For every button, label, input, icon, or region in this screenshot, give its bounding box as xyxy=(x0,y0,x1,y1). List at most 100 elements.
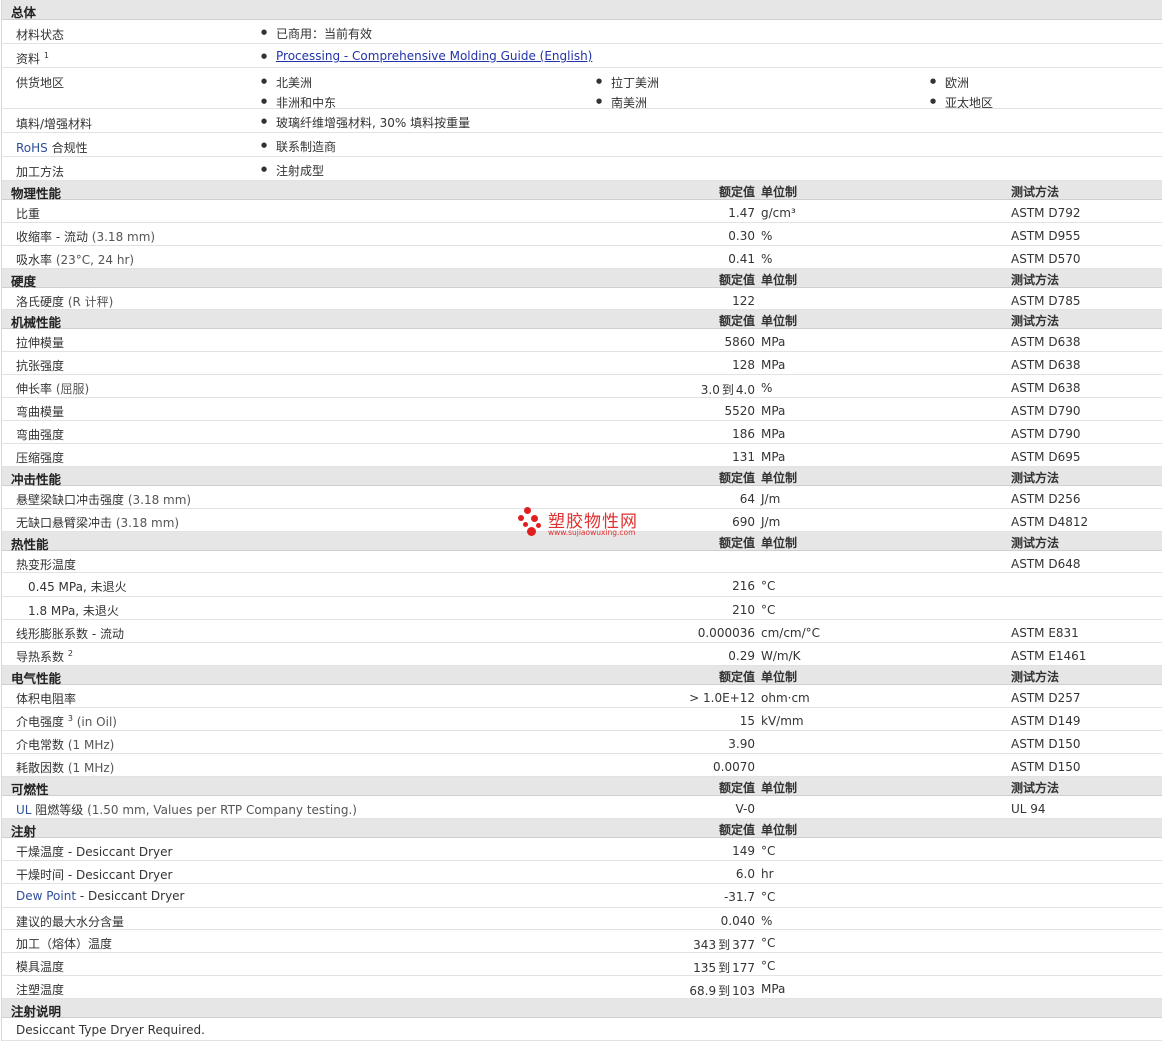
label-condition: (in Oil) xyxy=(72,715,117,729)
region-item: 北美洲 xyxy=(261,74,312,91)
range-to: 377 xyxy=(732,938,755,952)
unit-value: MPa xyxy=(761,404,786,418)
nominal-value: 0.29 xyxy=(728,649,755,663)
nominal-value: 131 xyxy=(732,450,755,464)
label-text: 1.8 MPa, 未退火 xyxy=(28,604,119,618)
unit-value: MPa xyxy=(761,427,786,441)
property-row: 干燥温度 - Desiccant Dryer 149 °C xyxy=(2,838,1162,861)
unit-header: 单位制 xyxy=(761,781,798,795)
label-condition: (R 计秤) xyxy=(67,295,114,309)
unit-header: 单位制 xyxy=(761,471,798,485)
test-method: ASTM D149 xyxy=(1011,714,1081,728)
property-row: 导热系数 2 0.29 W/m/K ASTM E1461 xyxy=(2,643,1162,666)
label-text: 无缺口悬臂梁冲击 xyxy=(16,516,116,530)
unit-value: J/m xyxy=(761,515,781,529)
property-label: Dew Point - Desiccant Dryer xyxy=(16,889,184,903)
bullet-item: 联系制造商 xyxy=(261,138,336,155)
nominal-value: 135 到 177 xyxy=(693,959,755,976)
property-label: 耗散因数 (1 MHz) xyxy=(16,759,114,776)
label-suffix: - Desiccant Dryer xyxy=(67,868,173,882)
property-label: 加工（熔体）温度 xyxy=(16,935,112,952)
label-text: 模具温度 xyxy=(16,960,65,974)
nominal-value: 5520 xyxy=(724,404,755,418)
label-condition: (3.18 mm) xyxy=(127,493,192,507)
range-from: 343 xyxy=(693,938,717,952)
unit-value: °C xyxy=(761,959,776,973)
range-to: 4.0 xyxy=(735,383,755,397)
range-to: 177 xyxy=(732,961,755,975)
literature-link[interactable]: Processing - Comprehensive Molding Guide… xyxy=(276,49,592,63)
nominal-value: -31.7 xyxy=(723,890,755,904)
label-text: Desiccant Type Dryer Required. xyxy=(16,1023,205,1037)
unit-value: kV/mm xyxy=(761,714,804,728)
property-label: 建议的最大水分含量 xyxy=(16,913,124,930)
rohs-term: RoHS xyxy=(16,141,48,155)
label-text: 建议的最大水分含量 xyxy=(16,915,125,929)
property-label: 收缩率 - 流动 (3.18 mm) xyxy=(16,228,155,245)
nominal-value: 3.90 xyxy=(728,737,755,751)
unit-value: % xyxy=(761,252,773,266)
nominal-header: 额定值 xyxy=(718,536,755,550)
test-method-header: 测试方法 xyxy=(1011,670,1060,684)
row-label: 加工方法 xyxy=(16,165,65,179)
nominal-header: 额定值 xyxy=(718,185,755,199)
property-row: 模具温度 135 到 177 °C xyxy=(2,953,1162,976)
range-to-word: 到 xyxy=(718,961,731,975)
property-sections: 物理性能 额定值 单位制 测试方法 比重 1.47 g/cm³ ASTM D792 收缩率 - … xyxy=(2,181,1162,1041)
nominal-value: 15 xyxy=(739,714,755,728)
property-row: 介电常数 (1 MHz) 3.90 ASTM D150 xyxy=(2,731,1162,754)
property-row: 弯曲强度 186 MPa ASTM D790 xyxy=(2,421,1162,444)
property-row: 0.45 MPa, 未退火 216 °C xyxy=(2,573,1162,597)
test-method: ASTM D695 xyxy=(1011,450,1081,464)
property-label: 0.45 MPa, 未退火 xyxy=(28,578,127,595)
nominal-value: 343 到 377 xyxy=(693,936,755,953)
property-label: 抗张强度 xyxy=(16,357,64,374)
label-text: 弯曲强度 xyxy=(16,428,65,442)
row-rohs: RoHS 合规性 联系制造商 xyxy=(2,133,1162,157)
unit-header: 单位制 xyxy=(761,185,798,199)
label-suffix: - Desiccant Dryer xyxy=(76,889,185,903)
label-text: 资料 xyxy=(16,52,41,66)
property-row: 加工（熔体）温度 343 到 377 °C xyxy=(2,930,1162,953)
test-method: ASTM D638 xyxy=(1011,335,1081,349)
test-method: ASTM D4812 xyxy=(1011,515,1089,529)
property-label: 体积电阻率 xyxy=(16,690,76,707)
range-to-word: 到 xyxy=(718,938,731,952)
label-condition: (屈服) xyxy=(55,382,90,396)
label-condition: (1 MHz) xyxy=(67,761,115,775)
test-method-header: 测试方法 xyxy=(1011,471,1060,485)
label-condition: (1 MHz) xyxy=(67,738,115,752)
property-label: 伸长率 (屈服) xyxy=(16,380,89,397)
label-text: 阻燃等级 xyxy=(31,803,88,817)
test-method-header: 测试方法 xyxy=(1011,185,1060,199)
unit-value: MPa xyxy=(761,358,786,372)
unit-header: 单位制 xyxy=(761,273,798,287)
property-label: 线形膨胀系数 - 流动 xyxy=(16,625,124,642)
row-label: 供货地区 xyxy=(16,76,65,90)
row-label: 填料/增强材料 xyxy=(16,117,93,131)
property-row: 收缩率 - 流动 (3.18 mm) 0.30% ASTM D955 xyxy=(2,223,1162,246)
region-item: 欧洲 xyxy=(930,74,969,91)
test-method: ASTM D790 xyxy=(1011,427,1081,441)
section-title: 总体 xyxy=(11,5,37,20)
nominal-value: 0.040 xyxy=(720,914,755,928)
watermark-url: www.sujiaowuxing.com xyxy=(548,528,636,537)
unit-value: °C xyxy=(761,936,776,950)
unit-value: % xyxy=(761,914,773,928)
property-label: 弯曲模量 xyxy=(16,403,64,420)
property-row: 建议的最大水分含量 0.040% xyxy=(2,908,1162,930)
property-label: 压缩强度 xyxy=(16,449,64,466)
label-term: Dew Point xyxy=(16,889,77,903)
label-text: 热变形温度 xyxy=(16,558,77,572)
property-label: 模具温度 xyxy=(16,958,64,975)
label-text: 加工（熔体）温度 xyxy=(16,937,113,951)
label-text: 线形膨胀系数 xyxy=(16,627,92,641)
section-header: 机械性能 额定值 单位制 测试方法 xyxy=(2,310,1162,330)
section-header: 冲击性能 额定值 单位制 测试方法 xyxy=(2,467,1162,487)
row-label: RoHS 合规性 xyxy=(16,139,88,156)
label-suffix: - Desiccant Dryer xyxy=(67,845,173,859)
unit-value: cm/cm/°C xyxy=(761,626,821,640)
property-label: 导热系数 2 xyxy=(16,648,73,665)
property-row: 吸水率 (23°C, 24 hr) 0.41% ASTM D570 xyxy=(2,246,1162,269)
nominal-header: 额定值 xyxy=(718,781,755,795)
